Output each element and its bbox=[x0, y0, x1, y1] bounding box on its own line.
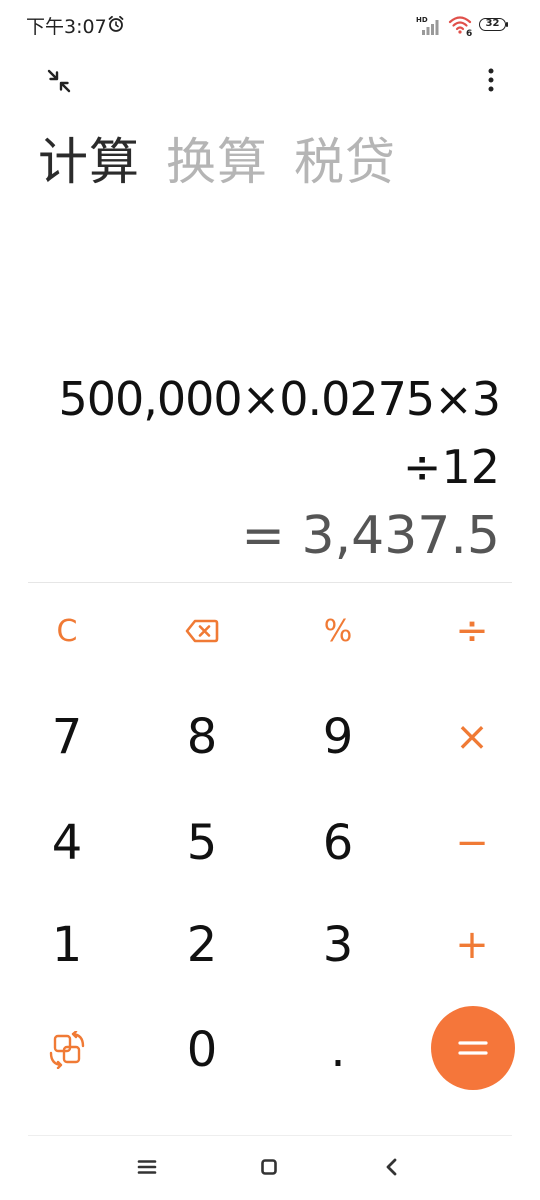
key-2[interactable]: 2 bbox=[147, 900, 257, 990]
key-8[interactable]: 8 bbox=[147, 692, 257, 782]
equals-button[interactable] bbox=[431, 1006, 515, 1090]
plus-button[interactable]: + bbox=[417, 900, 527, 990]
percent-button[interactable]: % bbox=[283, 586, 393, 676]
key-9[interactable]: 9 bbox=[283, 692, 393, 782]
decimal-point-button[interactable]: . bbox=[283, 1005, 393, 1095]
tab-calculate[interactable]: 计算 bbox=[38, 130, 140, 194]
collapse-arrows-icon[interactable] bbox=[44, 66, 74, 96]
status-bar: 下午3:07 HD 6 32 bbox=[0, 0, 540, 50]
alarm-clock-icon bbox=[108, 15, 124, 32]
svg-text:HD: HD bbox=[416, 16, 428, 24]
menu-lines-icon[interactable] bbox=[132, 1152, 162, 1182]
battery-indicator: 32 bbox=[479, 18, 506, 31]
wifi-6-icon: 6 bbox=[448, 16, 472, 36]
hd-signal-icon: HD bbox=[416, 16, 439, 35]
expression-line-1: 500,000×0.0275×3 bbox=[58, 372, 501, 426]
key-4[interactable]: 4 bbox=[12, 798, 122, 888]
clear-button[interactable]: C bbox=[12, 586, 122, 676]
status-time: 下午3:07 bbox=[26, 16, 107, 38]
back-chevron-icon[interactable] bbox=[377, 1152, 407, 1182]
key-1[interactable]: 1 bbox=[12, 900, 122, 990]
mode-tabs: 计算 换算 税贷 bbox=[38, 130, 396, 194]
tab-tax-loan[interactable]: 税贷 bbox=[294, 130, 396, 194]
svg-text:6: 6 bbox=[466, 29, 472, 36]
expression-line-2: ÷12 bbox=[402, 440, 500, 494]
multiply-button[interactable]: × bbox=[417, 692, 527, 782]
equals-icon bbox=[458, 1041, 488, 1055]
key-3[interactable]: 3 bbox=[283, 900, 393, 990]
more-vertical-icon[interactable] bbox=[478, 66, 504, 94]
key-7[interactable]: 7 bbox=[12, 692, 122, 782]
tab-convert[interactable]: 换算 bbox=[166, 130, 268, 194]
backspace-icon bbox=[185, 619, 219, 643]
display-divider bbox=[28, 582, 512, 583]
rotate-switch-icon bbox=[49, 1031, 85, 1069]
minus-button[interactable]: − bbox=[417, 798, 527, 888]
divide-button[interactable]: ÷ bbox=[417, 586, 527, 676]
result-display: = 3,437.5 bbox=[241, 506, 500, 566]
battery-tip bbox=[506, 22, 508, 27]
backspace-button[interactable] bbox=[147, 586, 257, 676]
switch-mode-button[interactable] bbox=[12, 1005, 122, 1095]
home-square-icon[interactable] bbox=[254, 1152, 284, 1182]
nav-divider bbox=[28, 1135, 512, 1136]
key-5[interactable]: 5 bbox=[147, 798, 257, 888]
key-6[interactable]: 6 bbox=[283, 798, 393, 888]
key-0[interactable]: 0 bbox=[147, 1005, 257, 1095]
